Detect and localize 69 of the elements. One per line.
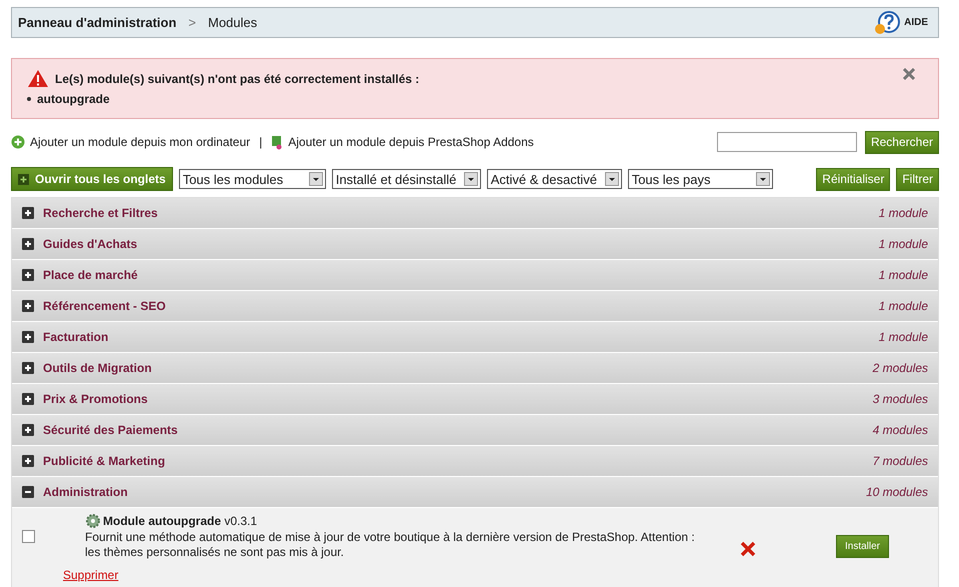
- category-row[interactable]: Guides d'Achats 1 module: [12, 229, 938, 260]
- expand-icon[interactable]: [22, 424, 34, 436]
- search-button[interactable]: Rechercher: [864, 130, 939, 154]
- breadcrumb-separator: >: [188, 15, 196, 30]
- category-name: Facturation: [43, 330, 108, 344]
- category-row[interactable]: Outils de Migration 2 modules: [12, 353, 938, 384]
- add-module-link[interactable]: Ajouter un module depuis mon ordinateur: [30, 135, 250, 149]
- error-text: Le(s) module(s) suivant(s) n'ont pas été correctement installés :: [55, 72, 420, 86]
- expand-icon[interactable]: [22, 455, 34, 467]
- module-count: 1 module: [878, 237, 928, 251]
- module-count: 4 modules: [872, 423, 928, 437]
- expand-icon[interactable]: [22, 331, 34, 343]
- module-count: 1 module: [878, 299, 928, 313]
- module-count: 2 modules: [872, 361, 928, 375]
- module-description: Fournit une méthode automatique de mise à jour de votre boutique à la dernière version de PrestaShop. Attention : les thèmes personnalisés ne sont pas mis à jour.: [85, 530, 696, 560]
- plus-icon: [18, 174, 29, 184]
- breadcrumb-root[interactable]: Panneau d'administration: [18, 15, 176, 30]
- module-count: 3 modules: [872, 392, 928, 406]
- category-row[interactable]: Administration 10 modules: [12, 477, 938, 508]
- category-row[interactable]: Recherche et Filtres 1 module: [12, 198, 938, 229]
- delete-link[interactable]: Supprimer: [63, 568, 118, 582]
- category-name: Guides d'Achats: [43, 237, 138, 251]
- module-count: 7 modules: [872, 454, 928, 468]
- category-row[interactable]: Place de marché 1 module: [12, 260, 938, 291]
- module-count: 1 module: [878, 268, 928, 282]
- expand-icon[interactable]: [22, 300, 34, 312]
- filter-dropdown[interactable]: Tous les pays: [628, 169, 773, 189]
- category-row[interactable]: Facturation 1 module: [12, 322, 938, 353]
- category-name: Place de marché: [43, 268, 138, 282]
- help-link[interactable]: AIDE: [904, 17, 928, 28]
- help-icon[interactable]: [874, 10, 900, 34]
- expand-icon[interactable]: [22, 269, 34, 281]
- category-row[interactable]: Référencement - SEO 1 module: [12, 291, 938, 322]
- add-module-link[interactable]: Ajouter un module depuis PrestaShop Addons: [288, 135, 534, 149]
- reset-button[interactable]: Réinitialiser: [816, 168, 890, 190]
- breadcrumb-current: Modules: [208, 15, 258, 30]
- module-count: 1 module: [878, 330, 928, 344]
- filter-dropdown[interactable]: Activé & desactivé: [486, 169, 622, 189]
- module-title: Module autoupgrade v0.3.1: [103, 514, 258, 528]
- collapse-icon[interactable]: [22, 486, 34, 498]
- category-name: Référencement - SEO: [43, 299, 166, 313]
- module-checkbox[interactable]: [22, 530, 35, 543]
- warning-icon: [27, 69, 49, 88]
- category-row[interactable]: Publicité & Marketing 7 modules: [12, 446, 938, 477]
- expand-icon[interactable]: [22, 238, 34, 250]
- category-name: Recherche et Filtres: [43, 206, 158, 220]
- category-name: Sécurité des Paiements: [43, 423, 178, 437]
- link-separator: |: [259, 135, 262, 149]
- category-row[interactable]: Prix & Promotions 3 modules: [12, 384, 938, 415]
- gear-icon: [85, 513, 101, 529]
- category-row[interactable]: Sécurité des Paiements 4 modules: [12, 415, 938, 446]
- search-field[interactable]: [716, 132, 857, 152]
- expand-icon[interactable]: [22, 207, 34, 219]
- error-list-item: autoupgrade: [27, 92, 923, 106]
- open-all-tabs-button[interactable]: Ouvrir tous les onglets: [11, 167, 173, 191]
- category-name: Publicité & Marketing: [43, 454, 166, 468]
- module-count: 1 module: [878, 206, 928, 220]
- install-button[interactable]: Installer: [836, 535, 890, 558]
- category-name: Prix & Promotions: [43, 392, 148, 406]
- add-circle-icon: [11, 135, 25, 149]
- close-icon[interactable]: [903, 68, 915, 80]
- category-name: Outils de Migration: [43, 361, 152, 375]
- expand-icon[interactable]: [22, 393, 34, 405]
- filter-dropdown[interactable]: Installé et désinstallé: [332, 169, 481, 189]
- module-count: 10 modules: [866, 485, 928, 499]
- expand-icon[interactable]: [22, 362, 34, 374]
- category-name: Administration: [43, 485, 128, 499]
- filter-button[interactable]: Filtrer: [896, 168, 939, 190]
- filter-dropdown[interactable]: Tous les modules: [178, 169, 326, 189]
